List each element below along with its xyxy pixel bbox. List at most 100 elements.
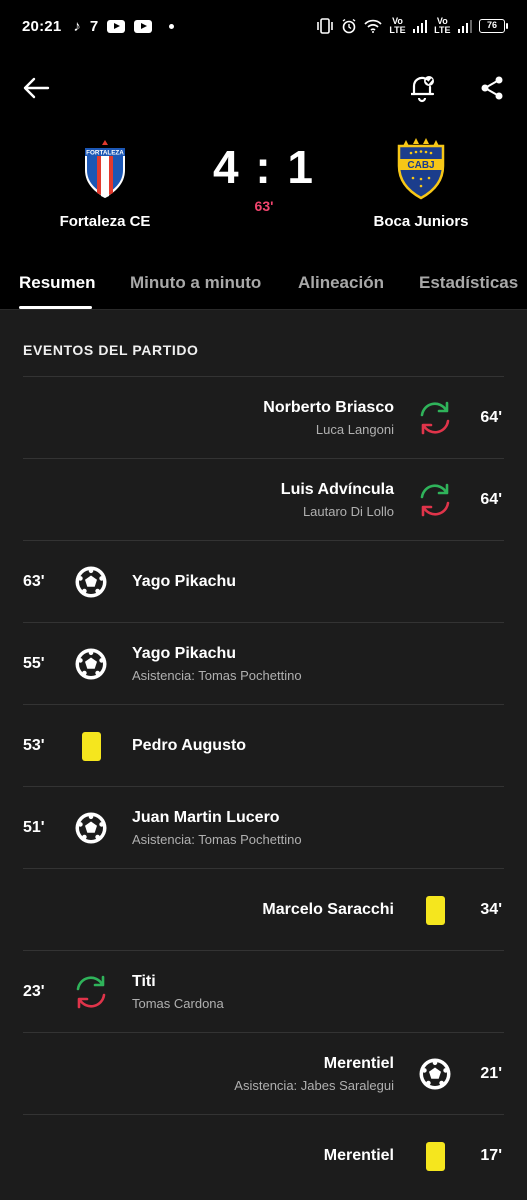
status-bar: 20:21 ♪ 7 Vo LTE Vo LTE 76 [0,0,527,52]
section-title: EVENTOS DEL PARTIDO [23,342,199,358]
signal-1-icon [412,19,428,33]
event-text: Juan Martin Lucero Asistencia: Tomas Poch… [132,787,302,869]
share-button[interactable] [470,66,514,110]
event-secondary-text: Asistencia: Jabes Saralegui [234,1078,394,1093]
substitution-icon [420,401,450,435]
status-time: 20:21 [22,17,62,35]
event-minute: 55' [23,655,45,672]
ball-icon [419,1058,451,1090]
event-row[interactable]: 23' Titi Tomas Cardona [23,950,504,1032]
event-row[interactable]: 63' Yago Pikachu [23,540,504,622]
event-minute: 17' [480,1147,502,1164]
event-text: Yago Pikachu Asistencia: Tomas Pochettino [132,623,302,705]
event-icon [72,563,110,601]
event-text: Norberto Briasco Luca Langoni [263,377,394,459]
notifications-button[interactable] [400,66,444,110]
event-row[interactable]: 21' Merentiel Asistencia: Jabes Saralegui [23,1032,504,1114]
event-icon [72,645,110,683]
back-button[interactable] [14,66,58,110]
svg-text:CABJ: CABJ [407,160,434,171]
event-icon [416,481,454,519]
event-icon [416,399,454,437]
event-player: Luis Advíncula [280,481,394,498]
match-summary: EVENTOS DEL PARTIDO 64' Norberto Briasco L… [0,310,527,1200]
event-text: Marcelo Saracchi [262,869,394,951]
event-secondary-text: Asistencia: Tomas Pochettino [132,832,302,847]
share-icon [481,76,503,100]
ball-icon [75,648,107,680]
event-row[interactable]: 51' Juan Martin Lucero Asistencia: Tomas P… [23,786,504,868]
system-icons: Vo LTE Vo LTE 76 [316,16,508,35]
yellow-card-icon [425,1141,445,1171]
ball-icon [75,812,107,844]
event-secondary-text: Asistencia: Tomas Pochettino [132,668,302,683]
substitution-icon [420,483,450,517]
event-minute: 21' [480,1065,502,1082]
event-secondary-text: Tomas Cardona [132,996,224,1011]
away-team-name: Boca Juniors [373,213,469,230]
match-header: FORTALEZA Fortaleza CE 4 : 1 63' CABJ Bo… [0,52,527,310]
boca-crest-icon: CABJ [397,138,445,200]
event-icon [416,891,454,929]
event-text: Merentiel Asistencia: Jabes Saralegui [234,1033,394,1115]
notification-icons: ♪ 7 [73,17,175,35]
tab-alineacion[interactable]: Alineación [298,273,384,293]
event-text: Yago Pikachu [132,541,236,623]
match-minute: 63' [254,198,274,214]
event-player: Pedro Augusto [132,737,247,754]
tab-estadisticas[interactable]: Estadísticas [419,273,518,293]
yellow-card-icon [81,731,101,761]
event-icon [416,1137,454,1175]
event-icon [72,727,110,765]
event-minute: 34' [480,901,502,918]
event-player: Yago Pikachu [132,645,237,662]
event-minute: 51' [23,819,45,836]
event-player: Merentiel [323,1147,394,1164]
wifi-icon [364,19,382,33]
yellow-card-icon [425,895,445,925]
event-player: Titi [132,973,156,990]
event-player: Merentiel [323,1055,394,1072]
seven-icon: 7 [89,17,99,35]
event-minute: 64' [480,409,502,426]
fortaleza-crest-icon: FORTALEZA [85,140,125,198]
event-minute: 63' [23,573,45,590]
signal-2-icon [457,19,472,33]
event-row[interactable]: 17' Merentiel [23,1114,504,1196]
alarm-icon [342,18,356,34]
event-text: Pedro Augusto [132,705,246,787]
event-row[interactable]: 64' Norberto Briasco Luca Langoni [23,376,504,458]
more-notifications-icon [169,23,175,29]
match-tabs: Resumen Minuto a minuto Alineación Estad… [0,258,527,310]
tab-minuto-a-minuto[interactable]: Minuto a minuto [130,273,261,293]
event-text: Merentiel [324,1115,394,1197]
volte-1-label: Vo LTE [389,16,406,35]
event-row[interactable]: 34' Marcelo Saracchi [23,868,504,950]
event-icon [72,809,110,847]
event-player: Juan Martin Lucero [132,809,280,826]
home-team-name: Fortaleza CE [59,213,151,230]
vibrate-icon [317,18,334,34]
event-minute: 23' [23,983,45,1000]
event-row[interactable]: 53' Pedro Augusto [23,704,504,786]
svg-text:FORTALEZA: FORTALEZA [86,150,124,157]
event-row[interactable]: 55' Yago Pikachu Asistencia: Tomas Pochett… [23,622,504,704]
event-minute: 64' [480,491,502,508]
away-team[interactable]: CABJ Boca Juniors [346,138,496,230]
event-player: Yago Pikachu [132,573,237,590]
event-player: Marcelo Saracchi [262,901,394,918]
event-text: Titi Tomas Cardona [132,951,224,1033]
tab-resumen[interactable]: Resumen [19,273,96,293]
youtube-icon [134,19,153,33]
event-player: Norberto Briasco [263,399,394,416]
battery-icon: 76 [479,19,508,33]
event-text: Luis Advíncula Lautaro Di Lollo [281,459,394,541]
event-secondary-text: Lautaro Di Lollo [302,504,394,519]
event-row[interactable]: 64' Luis Advíncula Lautaro Di Lollo [23,458,504,540]
arrow-left-icon [23,77,50,99]
tiktok-icon: ♪ [73,17,81,35]
home-team[interactable]: FORTALEZA Fortaleza CE [30,138,180,230]
volte-2-label: Vo LTE [434,16,451,35]
event-icon [416,1055,454,1093]
substitution-icon [76,975,106,1009]
